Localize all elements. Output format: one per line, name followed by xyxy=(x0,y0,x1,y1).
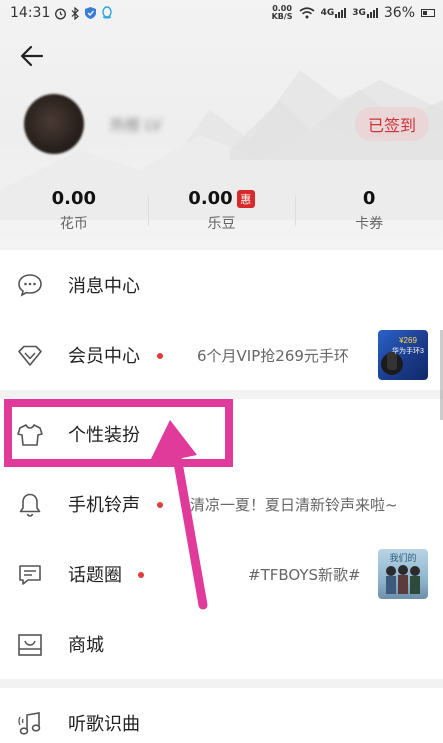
alarm-icon xyxy=(55,8,67,19)
menu-label: 消息中心 xyxy=(68,276,140,297)
stat-le-beans[interactable]: 0.00 惠 乐豆 xyxy=(147,188,296,240)
stat-label: 乐豆 xyxy=(207,216,236,232)
stat-label: 花币 xyxy=(59,216,88,232)
signal-4g-icon: 4G xyxy=(321,8,347,18)
menu-item-store[interactable]: 商城 xyxy=(0,609,443,679)
wifi-icon xyxy=(299,7,315,19)
menu-item-skin[interactable]: 个性装扮 xyxy=(0,399,443,469)
music-note-icon xyxy=(16,710,44,738)
store-icon xyxy=(16,631,44,659)
qq-icon xyxy=(102,6,113,19)
diamond-icon xyxy=(16,342,44,370)
clock: 14:31 xyxy=(10,5,51,21)
back-button[interactable] xyxy=(14,40,50,72)
menu-desc: 6个月VIP抢269元手环 xyxy=(197,347,349,365)
svg-text:¥269: ¥269 xyxy=(398,336,417,345)
menu-item-vip[interactable]: 会员中心 6个月VIP抢269元手环 ¥269 华为手环3 xyxy=(0,320,443,390)
svg-text:华为手环3: 华为手环3 xyxy=(392,346,424,355)
menu-item-recognize-song[interactable]: 听歌识曲 xyxy=(0,688,443,743)
profile-header: 热橙 LV 已签到 0.00 花币 0.00 惠 乐豆 0 卡券 xyxy=(0,0,443,248)
battery-percent: 36% xyxy=(383,5,415,21)
stat-value: 0.00 惠 xyxy=(188,188,255,209)
menu-desc: 清凉一夏！夏日清新铃声来啦~ xyxy=(190,496,398,514)
battery-icon xyxy=(421,9,435,17)
stat-coupons[interactable]: 0 卡券 xyxy=(295,188,443,240)
vip-promo-thumbnail[interactable]: ¥269 华为手环3 xyxy=(378,330,428,380)
stat-label: 卡券 xyxy=(355,216,384,232)
chat-bubble-icon xyxy=(16,271,44,299)
back-arrow-icon xyxy=(20,45,44,67)
stat-value: 0 xyxy=(362,188,376,209)
avatar[interactable] xyxy=(24,94,84,154)
topic-chat-icon xyxy=(16,561,44,589)
topic-thumbnail[interactable]: 我们的 xyxy=(378,549,428,599)
signal-3g-icon: 3G xyxy=(352,8,378,18)
menu-desc: #TFBOYS新歌# xyxy=(248,566,361,584)
menu-label: 个性装扮 xyxy=(68,425,140,446)
bluetooth-icon xyxy=(71,6,80,20)
bell-icon xyxy=(16,491,44,519)
menu-item-topics[interactable]: 话题圈 #TFBOYS新歌# 我们的 xyxy=(0,539,443,609)
menu-item-messages[interactable]: 消息中心 xyxy=(0,250,443,320)
stats-row: 0.00 花币 0.00 惠 乐豆 0 卡券 xyxy=(0,188,443,240)
menu-label: 话题圈 xyxy=(68,565,122,586)
svg-text:我们的: 我们的 xyxy=(389,552,416,563)
network-speed: 0.00 KB/S xyxy=(271,4,293,21)
status-bar: 14:31 0.00 KB/S 4G 3G 36% xyxy=(0,0,443,26)
username: 热橙 LV xyxy=(110,116,162,134)
menu-group-secondary: 个性装扮 手机铃声 清凉一夏！夏日清新铃声来啦~ 话题圈 #TFBOYS新歌# … xyxy=(0,399,443,679)
menu-label: 听歌识曲 xyxy=(68,714,140,735)
menu-group-primary: 消息中心 会员中心 6个月VIP抢269元手环 ¥269 华为手环3 xyxy=(0,250,443,390)
signed-in-badge[interactable]: 已签到 xyxy=(355,107,429,141)
menu-item-ringtone[interactable]: 手机铃声 清凉一夏！夏日清新铃声来啦~ xyxy=(0,469,443,539)
shield-icon xyxy=(85,7,97,19)
discount-badge: 惠 xyxy=(236,189,255,208)
menu-label: 手机铃声 xyxy=(68,495,140,516)
menu-label: 会员中心 xyxy=(68,346,140,367)
stat-flower-coins[interactable]: 0.00 花币 xyxy=(0,188,148,240)
new-dot xyxy=(157,502,163,508)
new-dot xyxy=(157,353,163,359)
new-dot xyxy=(138,572,144,578)
menu-label: 商城 xyxy=(68,635,104,656)
stat-value: 0.00 xyxy=(51,188,97,209)
menu-group-tertiary: 听歌识曲 xyxy=(0,688,443,743)
tshirt-icon xyxy=(16,421,44,449)
